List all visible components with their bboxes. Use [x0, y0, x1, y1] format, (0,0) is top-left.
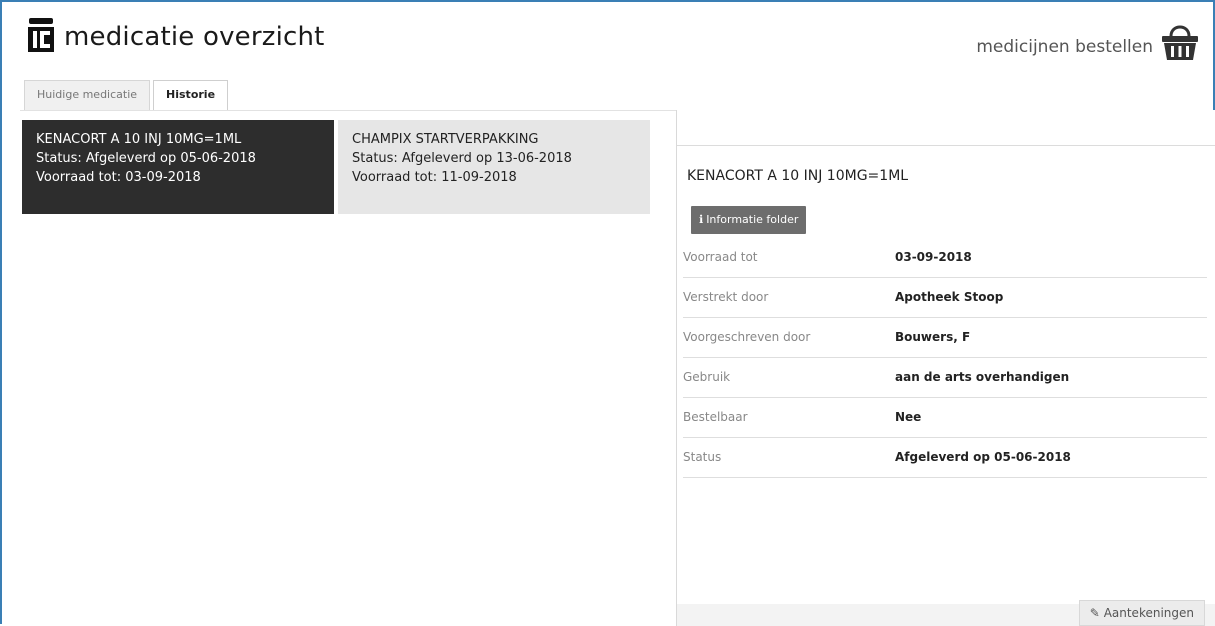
detail-label: Status — [683, 450, 722, 464]
detail-label: Voorgeschreven door — [683, 330, 811, 344]
tab-divider — [20, 110, 676, 111]
edit-icon: ✎ — [1089, 606, 1100, 620]
detail-topbar — [677, 110, 1215, 146]
medication-name: KENACORT A 10 INJ 10MG=1ML — [36, 132, 242, 147]
detail-value: Afgeleverd op 05-06-2018 — [895, 450, 1071, 464]
detail-row: Verstrekt door Apotheek Stoop — [683, 278, 1207, 318]
detail-value: 03-09-2018 — [895, 250, 972, 264]
detail-value: Bouwers, F — [895, 330, 971, 344]
tab-historie[interactable]: Historie — [153, 80, 229, 111]
pharmacy-logo-icon — [28, 18, 54, 52]
medication-name: CHAMPIX STARTVERPAKKING — [352, 132, 539, 147]
detail-row: Voorraad tot 03-09-2018 — [683, 238, 1207, 278]
detail-label: Gebruik — [683, 370, 731, 384]
tab-huidige-medicatie[interactable]: Huidige medicatie — [24, 80, 151, 110]
detail-medication-name: KENACORT A 10 INJ 10MG=1ML — [687, 168, 909, 184]
medication-status: Status: Afgeleverd op 13-06-2018 — [352, 151, 572, 166]
app-window: medicatie overzicht medicijnen bestellen… — [0, 0, 1215, 626]
detail-row: Voorgeschreven door Bouwers, F — [683, 318, 1207, 358]
detail-value: Apotheek Stoop — [895, 290, 1004, 304]
medication-status: Status: Afgeleverd op 05-06-2018 — [36, 151, 256, 166]
basket-icon[interactable] — [1161, 22, 1199, 62]
info-folder-button[interactable]: ℹ Informatie folder — [691, 206, 807, 234]
notes-button[interactable]: ✎ Aantekeningen — [1078, 600, 1205, 626]
detail-table: Voorraad tot 03-09-2018 Verstrekt door A… — [683, 238, 1207, 478]
order-medicines-link[interactable]: medicijnen bestellen — [976, 37, 1153, 57]
header: medicatie overzicht medicijnen bestellen — [2, 2, 1213, 80]
detail-label: Bestelbaar — [683, 410, 748, 424]
notes-label: Aantekeningen — [1103, 606, 1194, 620]
detail-label: Voorraad tot — [683, 250, 758, 264]
detail-row: Gebruik aan de arts overhandigen — [683, 358, 1207, 398]
medication-card[interactable]: CHAMPIX STARTVERPAKKING Status: Afgeleve… — [338, 120, 650, 214]
medication-stock: Voorraad tot: 03-09-2018 — [36, 170, 201, 185]
medication-stock: Voorraad tot: 11-09-2018 — [352, 170, 517, 185]
page-title: medicatie overzicht — [64, 22, 325, 52]
tab-bar: Huidige medicatie Historie — [24, 80, 231, 111]
info-folder-label: Informatie folder — [706, 213, 799, 226]
detail-value: Nee — [895, 410, 922, 424]
detail-label: Verstrekt door — [683, 290, 769, 304]
medication-detail-panel: KENACORT A 10 INJ 10MG=1ML ℹ Informatie f… — [676, 110, 1215, 626]
info-icon: ℹ — [699, 213, 704, 226]
detail-row: Bestelbaar Nee — [683, 398, 1207, 438]
detail-value: aan de arts overhandigen — [895, 370, 1070, 384]
detail-row: Status Afgeleverd op 05-06-2018 — [683, 438, 1207, 478]
medication-card-selected[interactable]: KENACORT A 10 INJ 10MG=1ML Status: Afgel… — [22, 120, 334, 214]
